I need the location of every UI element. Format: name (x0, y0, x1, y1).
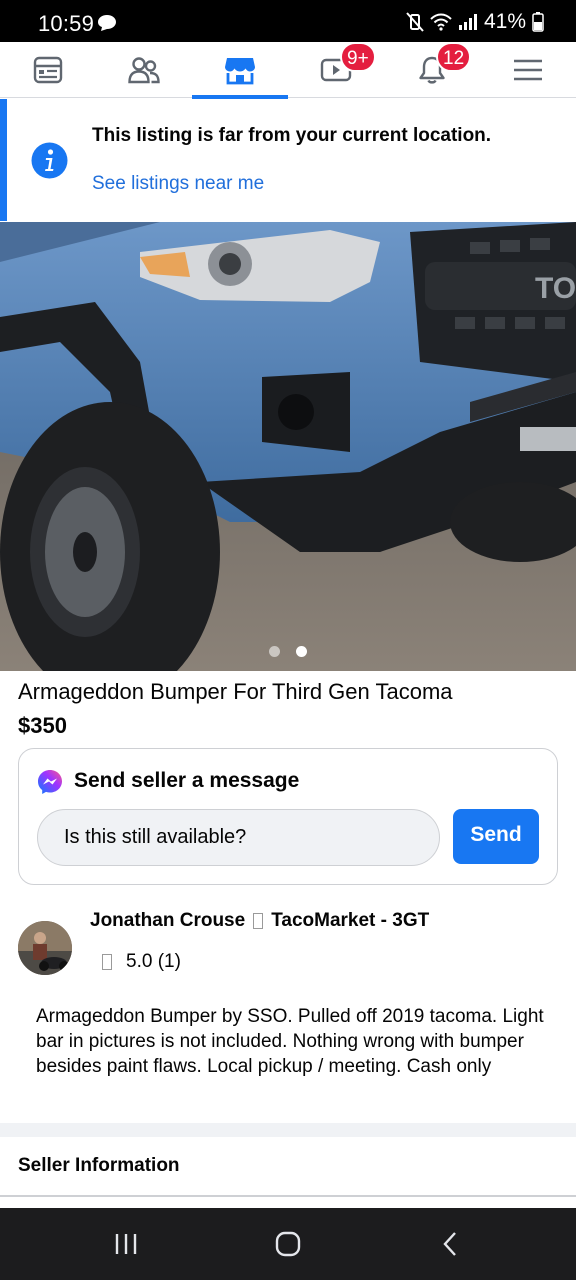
star-glyph (102, 954, 112, 970)
chat-bubble-icon (98, 15, 116, 31)
seller-avatar[interactable] (18, 921, 72, 975)
listing-description: Armageddon Bumper by SSO. Pulled off 201… (36, 1006, 544, 1077)
banner-accent-bar (0, 99, 7, 221)
divider-line (0, 1195, 576, 1197)
nav-watch[interactable]: 9+ (288, 42, 384, 98)
signal-icon (458, 14, 477, 30)
hamburger-menu-icon (514, 59, 542, 81)
send-button[interactable]: Send (453, 809, 539, 864)
seller-group[interactable]: TacoMarket - 3GT (271, 910, 429, 932)
wifi-icon (430, 13, 452, 31)
home-button[interactable] (228, 1208, 348, 1280)
nav-friends[interactable] (96, 42, 192, 98)
battery-icon (532, 12, 544, 32)
feed-icon (33, 56, 63, 84)
notifications-badge: 12 (436, 42, 472, 72)
truck-bumper-photo: TO (0, 222, 576, 671)
section-divider (0, 1123, 576, 1137)
seller-line: Jonathan Crouse TacoMarket - 3GT (90, 910, 429, 932)
seller-rating[interactable]: 5.0 (1) (126, 951, 181, 973)
send-message-card: Send seller a message Is this still avai… (18, 748, 558, 885)
nav-notifications[interactable]: 12 (384, 42, 480, 98)
friends-icon (128, 57, 160, 84)
mute-vibrate-icon (406, 12, 424, 32)
marketplace-store-icon (225, 58, 255, 85)
battery-percent: 41% (483, 10, 526, 33)
recents-button[interactable] (66, 1208, 186, 1280)
listing-photo[interactable]: TO (0, 222, 576, 671)
see-listings-near-me-link[interactable]: See listings near me (92, 173, 264, 195)
status-time: 10:59 (38, 11, 95, 36)
svg-text:TO: TO (535, 272, 576, 305)
system-nav-bar (0, 1208, 576, 1280)
nav-feed[interactable] (0, 42, 96, 98)
listing-title: Armageddon Bumper For Third Gen Tacoma (18, 679, 453, 704)
seller-information-heading: Seller Information (18, 1155, 180, 1176)
back-button[interactable] (390, 1208, 510, 1280)
info-icon (31, 142, 68, 179)
nav-marketplace[interactable] (192, 42, 288, 99)
listing-price: $350 (18, 713, 67, 738)
location-banner (0, 99, 576, 221)
top-nav-bar: 9+ 12 (0, 42, 576, 99)
carousel-dots (0, 646, 576, 657)
seller-avatar-photo (18, 921, 72, 975)
separator-glyph (253, 913, 264, 929)
status-icons: 41% (406, 10, 544, 34)
banner-title: This listing is far from your current lo… (92, 125, 492, 146)
watch-badge: 9+ (340, 42, 376, 72)
recents-icon (115, 1234, 137, 1254)
messenger-icon (38, 770, 62, 794)
carousel-dot-1[interactable] (269, 646, 280, 657)
carousel-dot-2[interactable] (296, 646, 307, 657)
message-card-header: Send seller a message (74, 769, 300, 792)
nav-menu[interactable] (480, 42, 576, 98)
rating-line: 5.0 (1) (102, 951, 181, 973)
status-bar: 10:59 41% (0, 0, 576, 42)
message-input[interactable]: Is this still available? (37, 809, 440, 866)
home-icon (275, 1231, 301, 1257)
back-icon (443, 1232, 456, 1256)
seller-name[interactable]: Jonathan Crouse (90, 910, 245, 932)
